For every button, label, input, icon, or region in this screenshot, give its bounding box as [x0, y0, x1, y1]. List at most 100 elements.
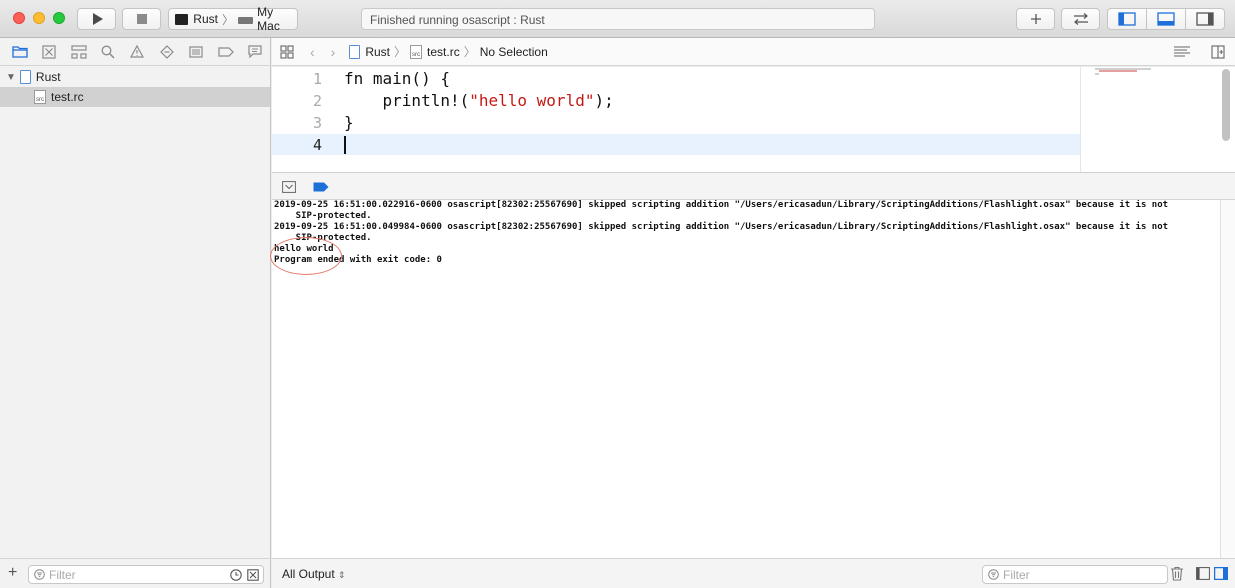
jumpbar-file[interactable]: test.rc [427, 45, 460, 59]
code-line-2[interactable]: println!("hello world"); [344, 91, 614, 110]
find-navigator-tab[interactable] [93, 41, 122, 63]
toggle-inspector-button[interactable] [1185, 8, 1225, 30]
stop-icon [136, 14, 147, 24]
editor-options-icon[interactable] [1173, 46, 1191, 58]
string-literal: "hello world" [469, 91, 595, 110]
annotation-circle [270, 237, 342, 275]
current-line-highlight [272, 134, 1080, 155]
console-line: 2019-09-25 16:51:00.022916-0600 osascrip… [274, 200, 1169, 210]
swap-arrows-icon [1073, 13, 1088, 25]
activity-viewer: Finished running osascript : Rust [361, 8, 875, 30]
disclosure-triangle-icon[interactable]: ▼ [6, 72, 16, 83]
line-number: 3 [312, 114, 322, 132]
line-number-current: 4 [312, 136, 322, 154]
project-name: Rust [35, 70, 61, 84]
chevron-right-icon: 〉 [463, 45, 476, 59]
toggle-navigator-button[interactable] [1107, 8, 1147, 30]
line-number: 1 [312, 70, 322, 88]
folder-icon [12, 46, 28, 58]
jumpbar-selection[interactable]: No Selection [480, 45, 548, 59]
breakpoints-toggle-icon[interactable] [313, 182, 329, 192]
related-items-icon[interactable] [280, 44, 294, 59]
tree-item-project[interactable]: ▼ Rust [0, 67, 270, 87]
updown-chevron-icon: ⇕ [338, 570, 346, 580]
scheme-label: Rust [193, 12, 218, 26]
debug-navigator-tab[interactable] [182, 41, 211, 63]
source-control-icon [42, 44, 56, 59]
chevron-right-icon: 〉 [221, 12, 234, 27]
toggle-debug-area-button[interactable] [1146, 8, 1186, 30]
play-icon [92, 13, 103, 25]
navigator-filter-field[interactable]: Filter [28, 565, 264, 584]
close-window-button[interactable] [13, 12, 25, 24]
console-line: hello world [274, 244, 334, 254]
plus-icon [1030, 14, 1041, 24]
code-line-3[interactable]: } [344, 113, 354, 132]
library-button[interactable] [1016, 8, 1055, 30]
output-selector-label: All Output [282, 567, 335, 581]
breakpoint-icon [218, 46, 234, 57]
source-file-icon-text: src [36, 97, 44, 103]
symbol-navigator-tab[interactable] [64, 41, 93, 63]
run-button[interactable] [77, 8, 116, 30]
scheme-selector[interactable]: Rust 〉 My Mac [168, 5, 298, 33]
issue-navigator-tab[interactable] [123, 41, 152, 63]
panel-bottom-icon [1157, 12, 1175, 26]
filter-icon [34, 569, 45, 580]
file-name: test.rc [51, 90, 84, 104]
speech-bubble-icon [248, 45, 262, 58]
project-navigator-tab[interactable] [5, 41, 34, 63]
mac-icon [237, 17, 254, 24]
trash-icon[interactable] [1170, 566, 1184, 581]
console-output[interactable]: 2019-09-25 16:51:00.022916-0600 osascrip… [272, 200, 1220, 558]
project-file-icon [19, 70, 31, 84]
console-scrollbar[interactable] [1220, 200, 1235, 558]
forward-arrow-icon[interactable]: › [331, 44, 336, 60]
minimap[interactable] [1080, 67, 1220, 172]
console-view-icon[interactable] [1214, 567, 1228, 580]
jumpbar-project[interactable]: Rust [365, 45, 390, 59]
hide-debug-area-icon[interactable] [282, 181, 296, 193]
navigator-bottom-bar: + Filter [0, 558, 270, 588]
source-file-icon-text: src [412, 51, 421, 58]
back-arrow-icon[interactable]: ‹ [310, 44, 315, 60]
report-navigator-tab[interactable] [241, 41, 270, 63]
split-editor-icon[interactable] [1211, 45, 1225, 59]
stop-button[interactable] [122, 8, 161, 30]
zoom-window-button[interactable] [53, 12, 65, 24]
scm-filter-icon[interactable] [247, 569, 259, 581]
variables-view-icon[interactable] [1196, 567, 1210, 580]
filter-icon [988, 569, 999, 580]
source-file-icon: src [410, 44, 423, 59]
sidebar-left-icon [1118, 12, 1136, 26]
debug-bar [272, 172, 1235, 200]
destination-label: My Mac [257, 5, 280, 33]
source-file-icon: src [34, 90, 46, 104]
source-control-navigator-tab[interactable] [34, 41, 63, 63]
editor-scrollbar-thumb[interactable] [1222, 69, 1230, 141]
minimap-line [1099, 70, 1137, 72]
breakpoint-navigator-tab[interactable] [211, 41, 240, 63]
clock-icon[interactable] [230, 569, 242, 581]
navigator-filter-placeholder: Filter [49, 567, 76, 582]
warning-icon [130, 45, 145, 58]
jump-bar: ‹ › Rust 〉 src test.rc 〉 No Selection [272, 38, 1235, 66]
minimize-window-button[interactable] [33, 12, 45, 24]
code-text: ); [594, 91, 614, 110]
terminal-icon [175, 13, 189, 25]
console-filter-field[interactable]: Filter [982, 565, 1168, 584]
project-navigator: ▼ Rust src test.rc + Filter [0, 38, 271, 588]
navigator-tabs [0, 38, 270, 66]
minimap-line [1095, 73, 1099, 75]
test-navigator-tab[interactable] [152, 41, 181, 63]
line-number: 2 [312, 92, 322, 110]
console-filter-placeholder: Filter [1003, 567, 1030, 582]
output-selector[interactable]: All Output ⇕ [282, 567, 346, 581]
code-line-1[interactable]: fn main() { [344, 69, 450, 88]
add-icon[interactable]: + [8, 564, 17, 582]
code-text: println!( [344, 91, 470, 110]
tree-item-file[interactable]: src test.rc [0, 87, 270, 107]
source-editor[interactable]: 1 2 3 4 fn main() { println!("hello worl… [272, 67, 1235, 172]
code-review-button[interactable] [1061, 8, 1100, 30]
test-diamond-icon [160, 44, 174, 59]
